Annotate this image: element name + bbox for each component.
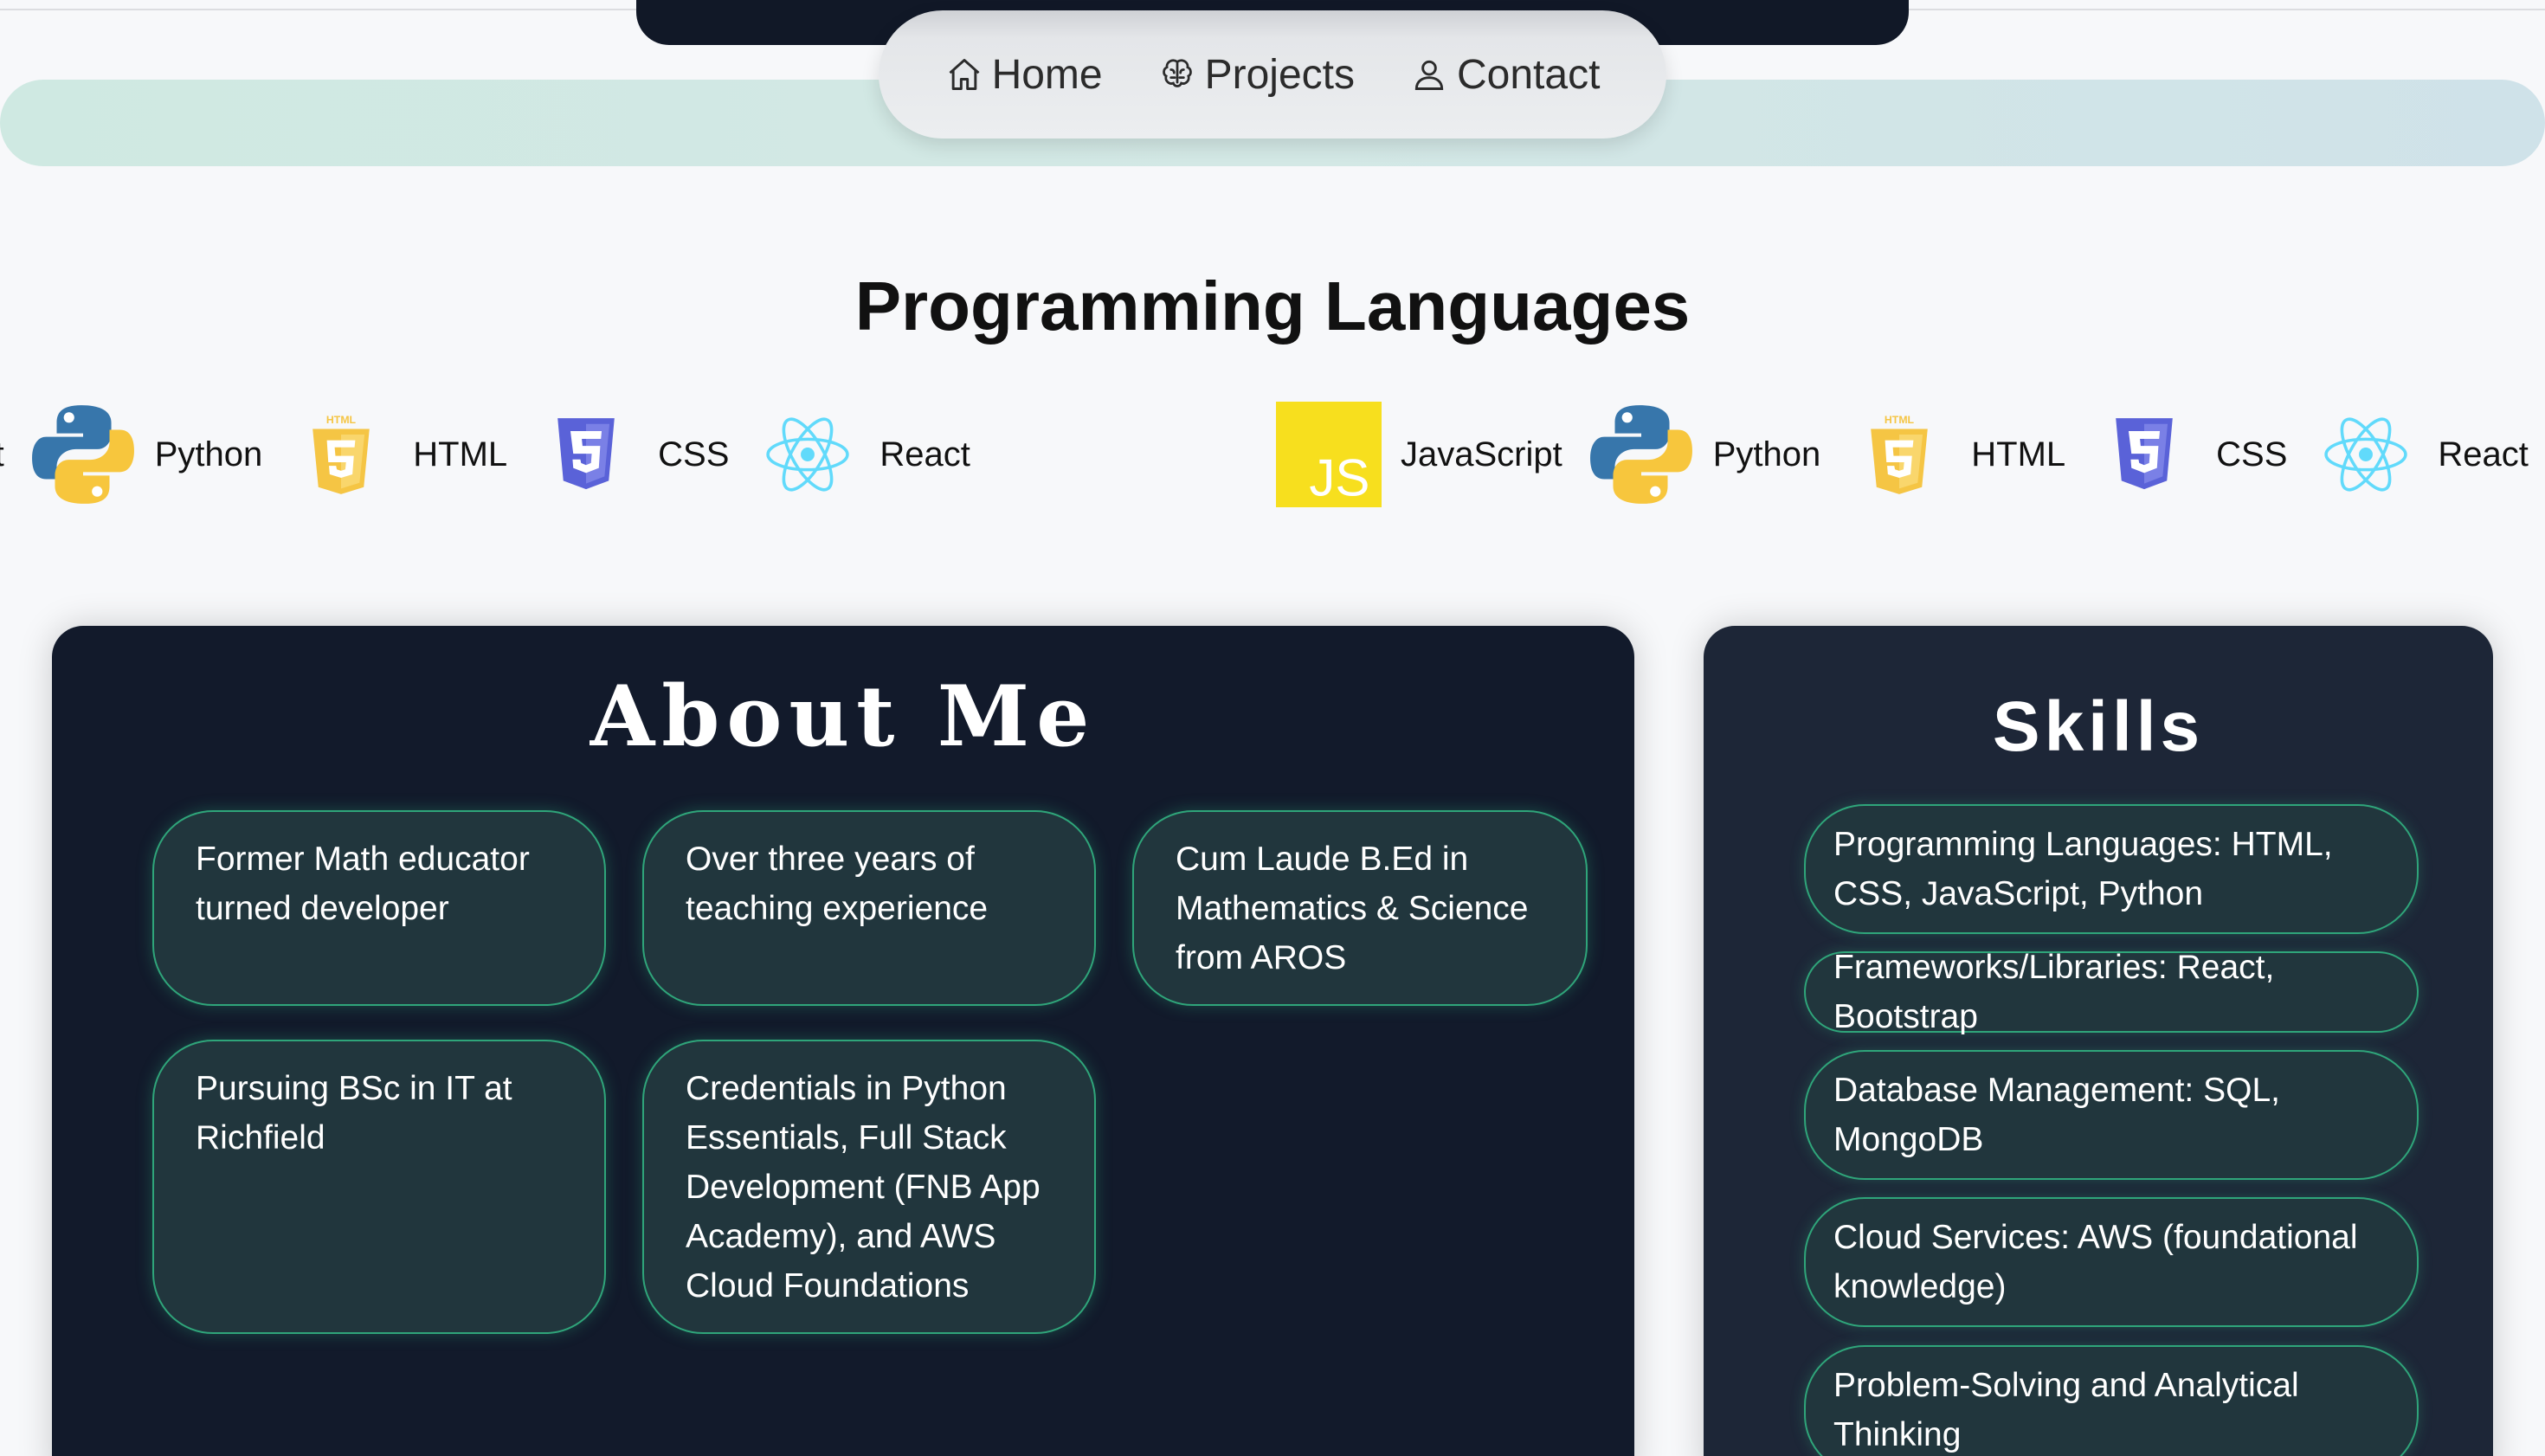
home-icon: [949, 59, 980, 90]
nav-projects[interactable]: Projects: [1158, 51, 1355, 99]
about-item: Cum Laude B.Ed in Mathematics & Science …: [1132, 810, 1588, 1006]
language-label: React: [2438, 435, 2529, 474]
language-item-css: CSS: [532, 394, 753, 515]
language-label: JavaScript: [1401, 435, 1562, 474]
about-me-card: About Me Former Math educator turned dev…: [52, 626, 1634, 1456]
skill-item: Problem-Solving and Analytical Thinking: [1804, 1345, 2419, 1456]
main-nav: Home Projects Contact: [879, 10, 1666, 139]
svg-text:JS: JS: [1309, 448, 1369, 506]
language-label: JavaScript: [0, 435, 4, 474]
language-item-javascript: JS JavaScript: [1274, 394, 1587, 515]
skill-item: Frameworks/Libraries: React, Bootstrap: [1804, 949, 2419, 1035]
svg-text:HTML: HTML: [326, 414, 357, 426]
css3-logo-icon: [532, 400, 641, 509]
react-logo-icon: [2311, 400, 2420, 509]
about-item: Over three years of teaching experience: [642, 810, 1096, 1006]
skills-card: Skills Programming Languages: HTML, CSS,…: [1704, 626, 2493, 1456]
skills-title: Skills: [1992, 687, 2205, 766]
language-item-react: React: [2311, 394, 2545, 515]
brain-icon: [1162, 59, 1192, 87]
language-item-html: HTML HTML: [287, 394, 532, 515]
skill-item: Cloud Services: AWS (foundational knowle…: [1804, 1197, 2419, 1327]
nav-projects-label: Projects: [1204, 51, 1355, 98]
react-logo-icon: [753, 400, 862, 509]
nav-contact-label: Contact: [1457, 51, 1601, 98]
languages-marquee: JSJavaScriptPythonHTMLHTMLCSSReact JSJav…: [0, 394, 2545, 515]
about-item: Former Math educator turned developer: [152, 810, 606, 1006]
language-label: Python: [154, 435, 263, 474]
css3-logo-icon: [2090, 400, 2199, 509]
nav-home-label: Home: [991, 51, 1103, 98]
language-label: Python: [1712, 435, 1821, 474]
language-item-css: CSS: [2090, 394, 2311, 515]
python-logo-icon: [29, 400, 138, 509]
marquee-track: JSJavaScript Python HTML HTML CSS React: [0, 394, 995, 515]
javascript-logo-icon: JS: [1274, 400, 1383, 509]
language-item-react: React: [753, 394, 995, 515]
nav-contact[interactable]: Contact: [1410, 51, 1600, 99]
skill-item: Programming Languages: HTML, CSS, JavaSc…: [1804, 804, 2419, 934]
marquee-track-repeat: JS JavaScript Python HTML HTML CSS React: [1274, 394, 2545, 515]
language-item-python: Python: [1587, 394, 1846, 515]
languages-section-title: Programming Languages: [854, 267, 1691, 345]
about-item: Credentials in Python Essentials, Full S…: [642, 1040, 1096, 1334]
language-item-html: HTML HTML: [1845, 394, 2090, 515]
language-label: HTML: [1971, 435, 2066, 474]
html5-logo-icon: HTML: [287, 400, 396, 509]
user-icon: [1414, 60, 1444, 90]
nav-home[interactable]: Home: [945, 51, 1103, 99]
language-label: HTML: [413, 435, 508, 474]
about-me-title: About Me: [590, 667, 1097, 765]
svg-text:HTML: HTML: [1885, 414, 1915, 426]
language-label: React: [879, 435, 970, 474]
language-item-javascript: JSJavaScript: [0, 394, 29, 515]
html5-logo-icon: HTML: [1845, 400, 1954, 509]
language-label: CSS: [658, 435, 730, 474]
language-item-python: Python: [29, 394, 287, 515]
language-label: CSS: [2216, 435, 2288, 474]
python-logo-icon: [1587, 400, 1696, 509]
skill-item: Database Management: SQL, MongoDB: [1804, 1050, 2419, 1180]
about-item: Pursuing BSc in IT at Richfield: [152, 1040, 606, 1334]
